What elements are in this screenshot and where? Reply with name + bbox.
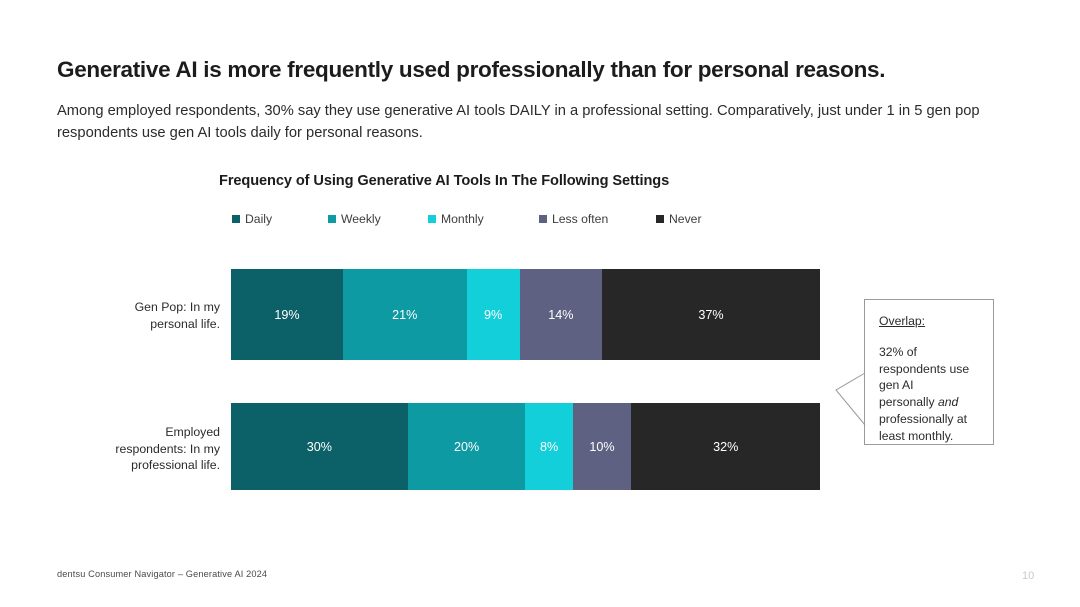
legend-label: Monthly: [441, 212, 484, 226]
callout-line-2: respondents use: [879, 361, 970, 376]
bar-segment-weekly[interactable]: 20%: [407, 403, 526, 490]
legend-swatch-icon: [428, 215, 436, 223]
bar-segment-daily[interactable]: 19%: [231, 269, 343, 360]
legend-label: Weekly: [341, 212, 381, 226]
legend-swatch-icon: [328, 215, 336, 223]
callout-line-5: professionally at: [879, 412, 968, 427]
callout-line-6: least monthly.: [879, 428, 954, 443]
bar-segment-value-label: 20%: [453, 439, 480, 454]
bar-segment-value-label: 37%: [698, 307, 724, 322]
category-label-line: Employed: [165, 425, 220, 439]
bar-segment-monthly[interactable]: 9%: [466, 269, 520, 360]
callout-pointer-icon: [835, 372, 866, 426]
category-label-line: Gen Pop: In my: [134, 300, 220, 314]
bar-segment-value-label: 10%: [589, 439, 615, 454]
bar-segment-value-label: 21%: [392, 307, 418, 322]
page-subtitle: Among employed respondents, 30% say they…: [57, 103, 980, 142]
legend-item-monthly[interactable]: Monthly: [428, 212, 484, 226]
category-label: Employed respondents: In my professional l…: [50, 424, 220, 474]
bar-segment-value-label: 19%: [274, 307, 300, 322]
callout-line-3: gen AI: [879, 378, 914, 393]
bar-segment-less-often[interactable]: 14%: [519, 269, 603, 360]
bar-segment-never[interactable]: 37%: [602, 269, 820, 360]
bar-segment-monthly[interactable]: 8%: [525, 403, 573, 490]
overlap-callout: Overlap: 32% of respondents use gen AI p…: [864, 299, 994, 445]
page-number: 10: [1022, 570, 1035, 582]
source-footnote: dentsu Consumer Navigator – Generative A…: [57, 569, 268, 579]
callout-body: 32% of respondents use gen AI personally…: [879, 344, 981, 445]
category-label-line: personal life.: [150, 316, 220, 331]
category-label-line: respondents: In my: [115, 441, 220, 456]
bar-segment-value-label: 30%: [306, 439, 332, 454]
chart-title: Frequency of Using Generative AI Tools I…: [219, 173, 670, 189]
chart-legend: Daily Weekly Monthly Less often Never: [232, 212, 832, 230]
legend-label: Daily: [245, 212, 273, 226]
bar-segment-daily[interactable]: 30%: [231, 403, 408, 490]
bar-row: 19% 21% 9% 14% 37%: [231, 269, 820, 360]
bar-row: 30% 20% 8% 10% 32%: [231, 403, 820, 490]
bar-segment-never[interactable]: 32%: [631, 403, 820, 490]
legend-item-weekly[interactable]: Weekly: [328, 212, 381, 226]
bar-segment-less-often[interactable]: 10%: [572, 403, 632, 490]
legend-item-less-often[interactable]: Less often: [539, 212, 608, 226]
bar-segment-value-label: 14%: [548, 307, 574, 322]
legend-label: Never: [669, 212, 702, 226]
slide-canvas: Generative AI is more frequently used pr…: [0, 0, 1080, 607]
callout-line-4-emphasis: and: [937, 395, 959, 410]
category-label: Gen Pop: In my personal life.: [60, 299, 220, 332]
legend-label: Less often: [552, 212, 609, 226]
legend-swatch-icon: [656, 215, 664, 223]
legend-swatch-icon: [232, 215, 240, 223]
bar-segment-value-label: 8%: [539, 439, 559, 454]
legend-swatch-icon: [539, 215, 547, 223]
legend-item-never[interactable]: Never: [656, 212, 702, 226]
callout-title: Overlap:: [879, 314, 926, 328]
page-title: Generative AI is more frequently used pr…: [57, 57, 886, 82]
bar-segment-value-label: 32%: [713, 439, 739, 454]
callout-line-4-pre: personally: [879, 395, 938, 410]
bar-segment-weekly[interactable]: 21%: [342, 269, 467, 360]
bar-segment-value-label: 9%: [483, 307, 503, 322]
callout-line-1: 32% of: [879, 344, 917, 359]
category-label-line: professional life.: [131, 458, 220, 473]
legend-item-daily[interactable]: Daily: [232, 212, 272, 226]
bottom-divider: [0, 603, 1080, 607]
